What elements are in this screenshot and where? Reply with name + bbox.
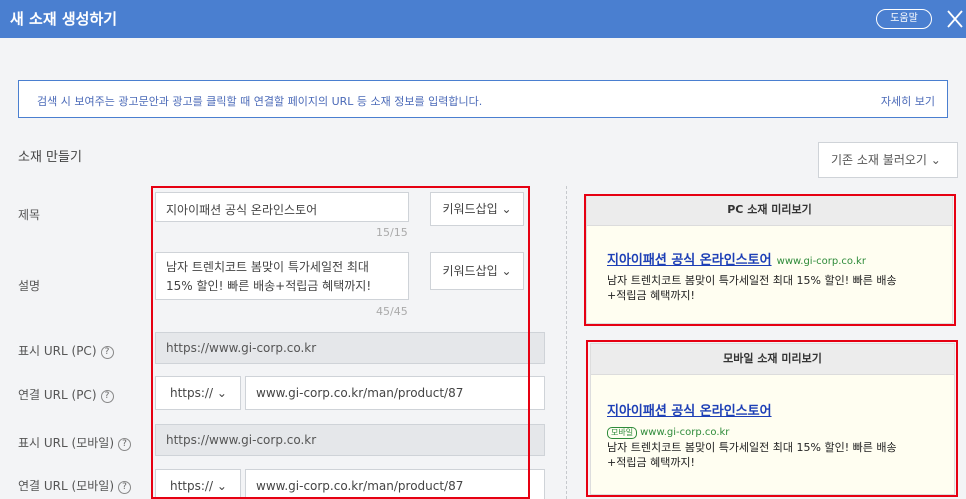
display-url-pc-label-text: 표시 URL (PC) [18,344,97,358]
description-label: 설명 [18,279,41,293]
display-url-mobile-label-text: 표시 URL (모바일) [18,436,114,450]
link-url-pc-label-text: 연결 URL (PC) [18,388,97,402]
help-icon[interactable]: ? [118,481,131,494]
modal-header: 새 소재 생성하기 도움말 [0,0,966,38]
link-url-pc-label: 연결 URL (PC)? [18,386,114,403]
info-box: 검색 시 보여주는 광고문안과 광고를 클릭할 때 연결할 페이지의 URL 등… [18,80,948,118]
section-title: 소재 만들기 [18,150,82,165]
form-highlight-box [151,186,530,499]
help-icon[interactable]: ? [100,346,114,359]
mobile-preview-highlight [586,340,958,497]
details-link[interactable]: 자세히 보기 [881,93,935,109]
display-url-mobile-label: 표시 URL (모바일)? [18,434,131,451]
title-label: 제목 [18,208,41,222]
link-url-mobile-label: 연결 URL (모바일)? [18,477,131,494]
info-text: 검색 시 보여주는 광고문안과 광고를 클릭할 때 연결할 페이지의 URL 등… [37,95,483,108]
load-existing-button[interactable]: 기존 소재 불러오기 ⌄ [818,142,958,178]
display-url-pc-label: 표시 URL (PC)? [18,342,114,359]
help-icon[interactable]: ? [100,390,114,403]
column-divider [566,186,567,499]
help-icon[interactable]: ? [118,438,131,451]
modal-title: 새 소재 생성하기 [10,10,118,28]
help-button[interactable]: 도움말 [876,9,932,29]
link-url-mobile-label-text: 연결 URL (모바일) [18,479,114,493]
close-icon[interactable] [944,6,966,32]
pc-preview-highlight [584,194,956,326]
